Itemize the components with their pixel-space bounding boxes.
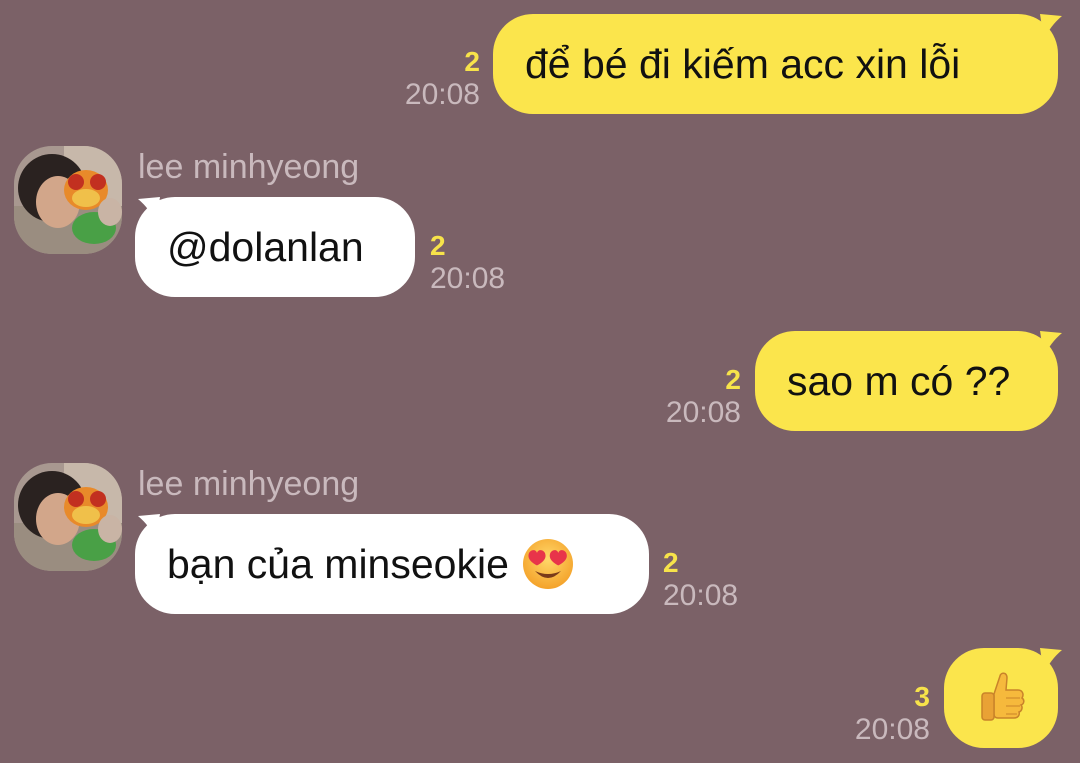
- incoming-message-bubble[interactable]: bạn của minseokie: [135, 514, 649, 614]
- unread-count: 2: [725, 364, 741, 395]
- message-time: 20:08: [404, 78, 480, 111]
- bubble-tail: [1040, 331, 1062, 357]
- message-text: bạn của minseokie: [167, 540, 509, 587]
- message-meta: 2 20:08: [430, 230, 505, 296]
- bubble-tail: [1040, 648, 1062, 674]
- avatar[interactable]: [14, 463, 122, 571]
- message-time: 20:08: [854, 713, 930, 746]
- thumbs-up-emoji: [981, 672, 1025, 721]
- unread-count: 2: [430, 230, 446, 261]
- message-time: 20:08: [663, 579, 739, 612]
- outgoing-message-bubble[interactable]: để bé đi kiếm acc xin lỗi: [493, 14, 1058, 114]
- avatar[interactable]: [14, 146, 122, 254]
- message-meta: 3 20:08: [855, 681, 930, 747]
- sender-name[interactable]: lee minhyeong: [138, 465, 359, 504]
- profile-photo: [14, 146, 122, 254]
- outgoing-message-bubble[interactable]: sao m có ??: [755, 331, 1058, 431]
- sender-name[interactable]: lee minhyeong: [138, 148, 359, 187]
- incoming-message-bubble[interactable]: @dolanlan: [135, 197, 415, 297]
- bubble-tail: [1040, 14, 1062, 40]
- message-text: sao m có ??: [787, 357, 1011, 404]
- message-text: @dolanlan: [167, 223, 364, 270]
- message-meta: 2 20:08: [666, 364, 741, 430]
- unread-count: 2: [663, 547, 679, 578]
- heart-eyes-emoji: [522, 539, 573, 589]
- message-time: 20:08: [665, 396, 741, 429]
- message-meta: 2 20:08: [405, 46, 480, 112]
- profile-photo: [14, 463, 122, 571]
- unread-count: 2: [464, 46, 480, 77]
- message-time: 20:08: [430, 262, 506, 295]
- chat-thread[interactable]: 2 20:08 để bé đi kiếm acc xin lỗi lee mi…: [0, 0, 1080, 763]
- message-meta: 2 20:08: [663, 547, 738, 613]
- message-text: để bé đi kiếm acc xin lỗi: [525, 40, 961, 87]
- unread-count: 3: [914, 681, 930, 712]
